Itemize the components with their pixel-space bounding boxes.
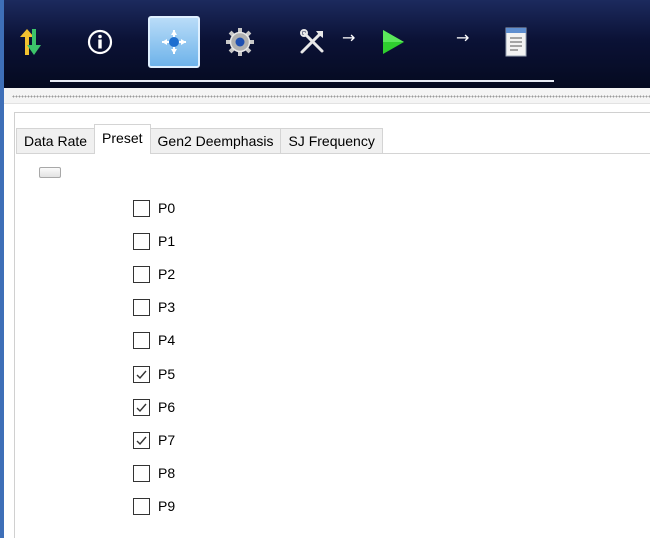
preset-label: P0 (158, 200, 176, 216)
collapse-button[interactable] (39, 167, 61, 178)
preset-checkbox[interactable] (133, 298, 150, 316)
preset-checkbox[interactable] (133, 365, 150, 383)
preset-item[interactable]: P8 (133, 463, 175, 483)
toolbar-underline (50, 80, 554, 82)
preset-item[interactable]: P0 (133, 198, 175, 218)
content-panel (14, 112, 650, 538)
settings-button[interactable] (218, 20, 262, 64)
preset-checkbox[interactable] (133, 497, 150, 515)
play-icon (383, 30, 404, 54)
preset-checkbox[interactable] (133, 431, 150, 449)
preset-checkbox[interactable] (133, 464, 150, 482)
preset-label: P8 (158, 465, 176, 481)
checkmark-icon (136, 370, 147, 379)
info-button[interactable] (78, 20, 122, 64)
tab-sj-frequency[interactable]: SJ Frequency (280, 128, 383, 154)
toolbar: → → (4, 0, 650, 88)
grip-dots (12, 95, 650, 98)
tab-strip: Data Rate Preset Gen2 Deemphasis SJ Freq… (16, 124, 383, 154)
tab-preset[interactable]: Preset (94, 124, 151, 154)
checkmark-icon (136, 403, 147, 412)
preset-label: P7 (158, 432, 176, 448)
preset-item[interactable]: P4 (133, 330, 175, 350)
preset-item[interactable]: P3 (133, 297, 175, 317)
preset-item[interactable]: P9 (133, 496, 175, 516)
run-button[interactable] (370, 20, 414, 64)
preset-checkbox[interactable] (133, 232, 150, 250)
preset-label: P9 (158, 498, 176, 514)
preset-item[interactable]: P1 (133, 231, 175, 251)
flow-arrow: → (456, 28, 470, 47)
crosshair-icon (162, 30, 186, 54)
tab-gen2-deemphasis[interactable]: Gen2 Deemphasis (149, 128, 282, 154)
preset-label: P1 (158, 233, 176, 249)
tools-icon (300, 29, 324, 54)
report-button[interactable] (494, 20, 538, 64)
tools-button[interactable] (290, 20, 334, 64)
preset-checkbox[interactable] (133, 199, 150, 217)
gear-icon (226, 28, 254, 56)
preset-label: P6 (158, 399, 176, 415)
preset-checkbox[interactable] (133, 265, 150, 283)
crosshair-button[interactable] (148, 16, 200, 68)
preset-label: P5 (158, 366, 176, 382)
transfer-arrows-icon (20, 29, 41, 55)
preset-label: P2 (158, 266, 176, 282)
preset-item[interactable]: P2 (133, 264, 175, 284)
preset-checkbox[interactable] (133, 398, 150, 416)
preset-item[interactable]: P7 (133, 430, 175, 450)
preset-label: P4 (158, 332, 176, 348)
preset-label: P3 (158, 299, 176, 315)
toolbar-grip[interactable] (4, 88, 650, 104)
preset-item[interactable]: P6 (133, 397, 175, 417)
preset-item[interactable]: P5 (133, 364, 175, 384)
tab-data-rate[interactable]: Data Rate (16, 128, 96, 154)
report-icon (505, 27, 527, 57)
flow-arrow: → (342, 28, 356, 47)
info-icon (87, 29, 113, 55)
transfer-button[interactable] (8, 20, 52, 64)
checkmark-icon (136, 436, 147, 445)
preset-checkbox[interactable] (133, 331, 150, 349)
